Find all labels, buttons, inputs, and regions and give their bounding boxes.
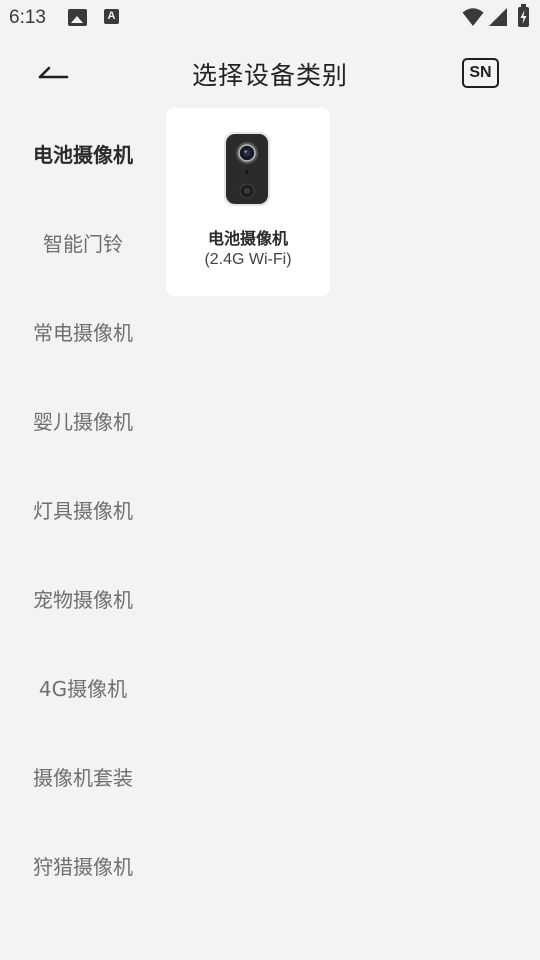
- wifi-icon: [462, 8, 484, 26]
- status-bar: 6:13 A: [0, 0, 540, 36]
- category-item-battery-camera[interactable]: 电池摄像机: [0, 109, 166, 198]
- product-name: 电池摄像机: [207, 229, 288, 248]
- category-item-4g-camera[interactable]: 4G摄像机: [0, 643, 166, 732]
- product-subtitle: (2.4G Wi-Fi): [204, 251, 292, 268]
- category-item-smart-doorbell[interactable]: 智能门铃: [0, 198, 166, 287]
- charging-bolt-icon: [520, 10, 527, 24]
- category-list: 电池摄像机 智能门铃 常电摄像机 婴儿摄像机 灯具摄像机 宠物摄像机 4G摄像机…: [0, 109, 166, 910]
- category-item-powered-camera[interactable]: 常电摄像机: [0, 287, 166, 376]
- image-icon: [68, 9, 87, 26]
- status-time: 6:13: [9, 7, 46, 28]
- signal-icon: [489, 8, 507, 26]
- sn-scan-button[interactable]: SN: [462, 58, 499, 88]
- category-item-camera-kit[interactable]: 摄像机套装: [0, 732, 166, 821]
- page-title: 选择设备类别: [191, 61, 348, 90]
- a-icon: A: [104, 9, 119, 24]
- product-card[interactable]: 电池摄像机 (2.4G Wi-Fi): [166, 108, 330, 296]
- battery-camera-icon: [224, 132, 270, 206]
- category-item-hunting-camera[interactable]: 狩猎摄像机: [0, 821, 166, 910]
- category-item-baby-camera[interactable]: 婴儿摄像机: [0, 376, 166, 465]
- battery-icon: [518, 4, 529, 27]
- category-item-pet-camera[interactable]: 宠物摄像机: [0, 554, 166, 643]
- category-item-light-camera[interactable]: 灯具摄像机: [0, 465, 166, 554]
